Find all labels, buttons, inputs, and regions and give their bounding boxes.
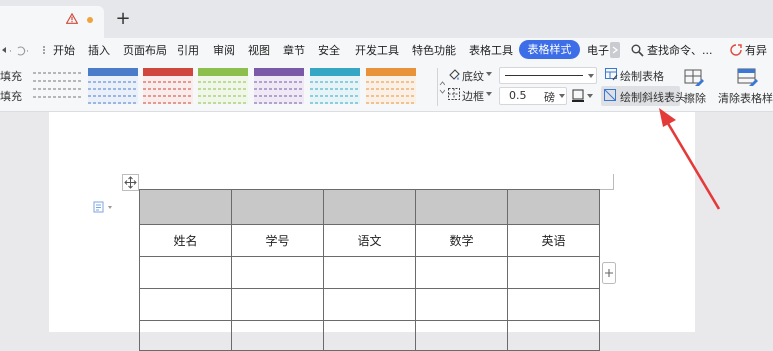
- pen-color-icon[interactable]: [572, 89, 585, 102]
- clear-table-style-button[interactable]: 清除表格样式: [718, 90, 773, 106]
- fill-option-2[interactable]: 填充: [0, 88, 22, 104]
- table-cell[interactable]: [415, 189, 508, 225]
- warning-triangle-icon: [66, 13, 78, 24]
- table-cell[interactable]: [415, 256, 508, 289]
- table-cell[interactable]: [323, 256, 416, 289]
- table-style-swatch-red[interactable]: [143, 68, 193, 104]
- undo-redo-icon[interactable]: · ·: [0, 44, 34, 56]
- menu-developer[interactable]: 开发工具: [355, 42, 399, 58]
- gallery-expand-icon[interactable]: [437, 68, 445, 106]
- table-cell[interactable]: [323, 288, 416, 321]
- table-cell[interactable]: [231, 320, 324, 351]
- menu-chapter[interactable]: 章节: [283, 42, 305, 58]
- menu-separator-icon: [43, 46, 45, 54]
- line-style-preview: [505, 75, 583, 76]
- table-style-swatch-blue[interactable]: [88, 68, 138, 104]
- table-header-row: 姓名 学号 语文 数学 英语: [139, 224, 600, 257]
- line-width-dropdown-icon[interactable]: [559, 94, 565, 98]
- draw-table-icon: [605, 68, 618, 81]
- ribbon-toolbar: 填充 填充 底纹 边框 0.5 磅 绘制表格 绘制斜线表头 擦除 清除表格样: [0, 62, 773, 112]
- table-cell[interactable]: [139, 288, 232, 321]
- table-cell[interactable]: [507, 288, 600, 321]
- shading-icon: [449, 69, 460, 80]
- search-commands[interactable]: 查找命令、...: [647, 42, 713, 58]
- header-cell-chinese[interactable]: 语文: [323, 224, 416, 257]
- table-row: [139, 256, 600, 289]
- shading-button[interactable]: 底纹: [462, 68, 484, 84]
- pen-color-dropdown-icon[interactable]: [587, 94, 593, 98]
- search-icon: [631, 44, 644, 57]
- menu-references[interactable]: 引用: [177, 42, 199, 58]
- menu-bar: · · 开始 插入 页面布局 引用 审阅 视图 章节 安全 开发工具 特色功能 …: [0, 38, 773, 62]
- table-row: [139, 189, 600, 225]
- eraser-icon: [684, 69, 704, 86]
- table-row: [139, 288, 600, 321]
- add-column-button[interactable]: [602, 262, 616, 284]
- table-cell[interactable]: [415, 288, 508, 321]
- table-cell[interactable]: [231, 256, 324, 289]
- header-cell-english[interactable]: 英语: [507, 224, 600, 257]
- diagonal-header-icon: [604, 89, 616, 101]
- header-cell-name[interactable]: 姓名: [139, 224, 232, 257]
- annotation-arrow-icon: [659, 108, 721, 210]
- fill-option-1[interactable]: 填充: [0, 68, 22, 84]
- layout-options-icon[interactable]: [93, 201, 115, 213]
- table-cell[interactable]: [139, 320, 232, 351]
- document-table[interactable]: 姓名 学号 语文 数学 英语: [139, 189, 600, 351]
- menu-changes[interactable]: 有异: [745, 42, 767, 58]
- menu-page-layout[interactable]: 页面布局: [123, 42, 167, 58]
- menu-table-tools[interactable]: 表格工具: [469, 42, 513, 58]
- table-cell[interactable]: [139, 189, 232, 225]
- table-style-swatch-plain[interactable]: [33, 68, 83, 104]
- svg-text:·: ·: [9, 47, 12, 56]
- border-dropdown-icon[interactable]: [486, 92, 492, 96]
- menu-view[interactable]: 视图: [248, 42, 270, 58]
- table-style-swatch-purple[interactable]: [254, 68, 304, 104]
- menu-insert[interactable]: 插入: [88, 42, 110, 58]
- svg-text:·: ·: [26, 47, 29, 56]
- header-cell-student-id[interactable]: 学号: [231, 224, 324, 257]
- table-cell[interactable]: [507, 256, 600, 289]
- table-row: [139, 320, 600, 351]
- line-style-dropdown-icon[interactable]: [588, 74, 594, 78]
- collaboration-icon: [730, 44, 742, 56]
- table-move-handle-icon[interactable]: [122, 174, 139, 191]
- draw-diagonal-header-label: 绘制斜线表头: [620, 91, 686, 104]
- menu-review[interactable]: 审阅: [213, 42, 235, 58]
- header-cell-math[interactable]: 数学: [415, 224, 508, 257]
- border-button[interactable]: 边框: [462, 88, 484, 104]
- table-style-swatch-green[interactable]: [198, 68, 248, 104]
- erase-button[interactable]: 擦除: [684, 90, 706, 106]
- table-cell[interactable]: [415, 320, 508, 351]
- table-cell[interactable]: [323, 320, 416, 351]
- table-cell[interactable]: [507, 189, 600, 225]
- menu-scroll-right-icon[interactable]: [610, 42, 620, 58]
- page-corner-marker: [596, 174, 614, 190]
- table-style-swatch-teal[interactable]: [310, 68, 360, 104]
- table-cell[interactable]: [231, 189, 324, 225]
- new-tab-button[interactable]: +: [114, 10, 132, 28]
- menu-security[interactable]: 安全: [318, 42, 340, 58]
- title-bar: +: [0, 0, 773, 38]
- shading-dropdown-icon[interactable]: [486, 72, 492, 76]
- clear-table-style-icon: [737, 68, 758, 86]
- menu-electronic[interactable]: 电子: [587, 42, 609, 58]
- border-icon: [448, 88, 460, 100]
- menu-table-style[interactable]: 表格样式: [519, 40, 580, 59]
- table-cell[interactable]: [139, 256, 232, 289]
- table-cell[interactable]: [507, 320, 600, 351]
- menu-start[interactable]: 开始: [53, 42, 75, 58]
- table-style-swatch-orange[interactable]: [366, 68, 416, 104]
- unsaved-dot-icon: [87, 17, 93, 23]
- line-width-value: 0.5: [509, 89, 527, 102]
- menu-features[interactable]: 特色功能: [412, 42, 456, 58]
- line-width-unit: 磅: [544, 91, 555, 104]
- draw-table-button[interactable]: 绘制表格: [620, 68, 664, 84]
- table-cell[interactable]: [323, 189, 416, 225]
- table-cell[interactable]: [231, 288, 324, 321]
